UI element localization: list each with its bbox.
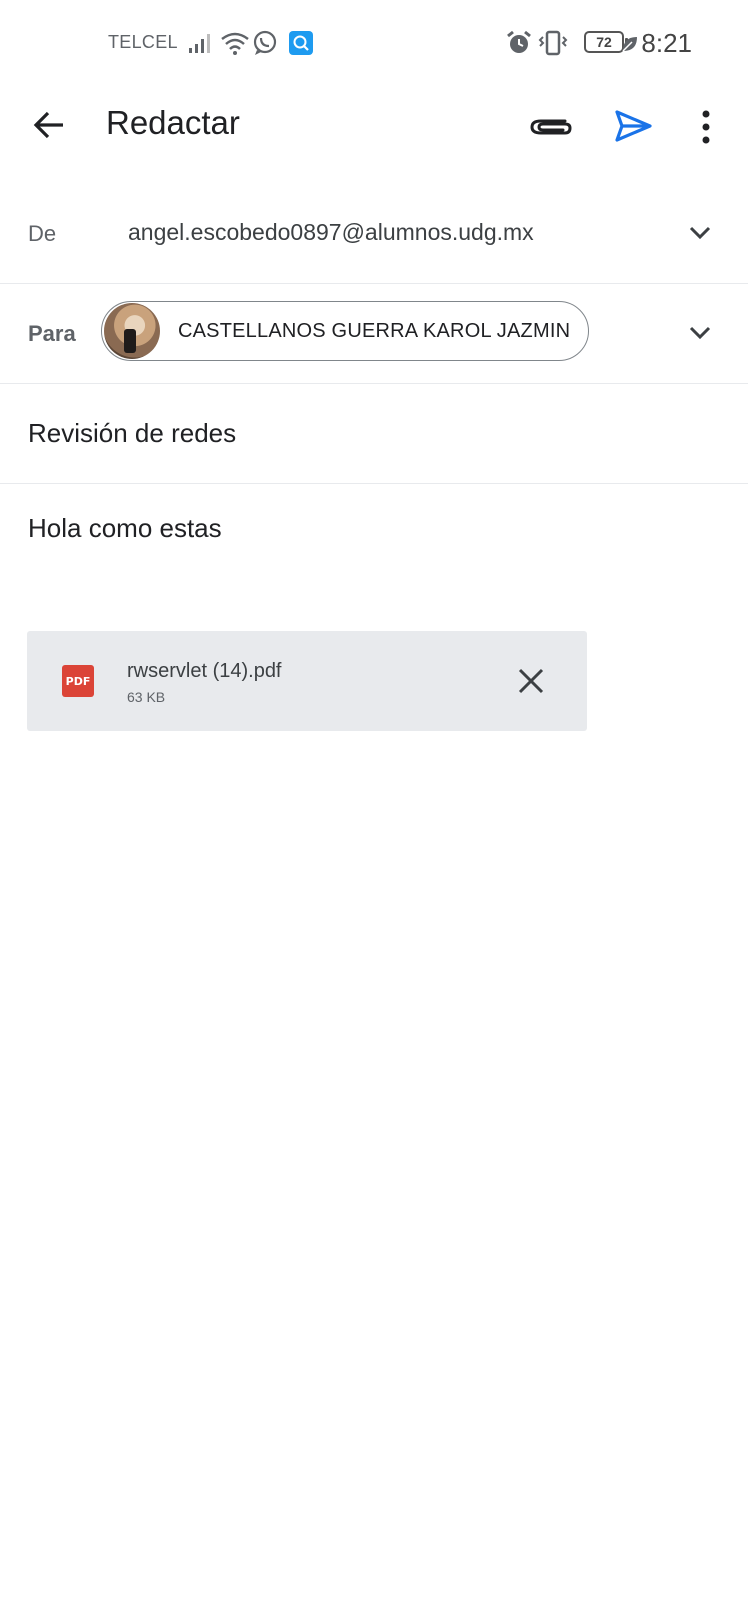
- to-label: Para: [28, 321, 76, 346]
- recipient-name: CASTELLANOS GUERRA KAROL JAZMIN: [178, 319, 571, 342]
- more-vert-icon[interactable]: [700, 110, 712, 144]
- divider: [0, 383, 748, 384]
- from-account-value[interactable]: angel.escobedo0897@alumnos.udg.mx: [128, 219, 534, 246]
- whatsapp-icon: [253, 30, 277, 55]
- close-icon[interactable]: [513, 663, 549, 699]
- signal-icon: [189, 34, 210, 53]
- send-icon[interactable]: [614, 108, 654, 144]
- search-app-icon: [289, 31, 313, 55]
- back-arrow-icon[interactable]: [32, 108, 66, 142]
- attachment-size: 63 KB: [127, 689, 166, 705]
- divider: [0, 483, 748, 484]
- clock-time: 8:21: [641, 28, 692, 58]
- alarm-icon: [507, 30, 531, 53]
- page-title: Redactar: [106, 104, 240, 141]
- attachment-card[interactable]: PDF rwservlet (14).pdf 63 KB: [27, 631, 587, 731]
- wifi-icon: [221, 32, 249, 55]
- attachment-name: rwservlet (14).pdf: [127, 660, 282, 682]
- pdf-file-icon: PDF: [62, 665, 94, 697]
- battery-icon: 72: [584, 31, 628, 53]
- carrier-name: TELCEL: [108, 32, 178, 52]
- avatar: [104, 303, 160, 359]
- vibrate-icon: [538, 30, 568, 56]
- attach-icon[interactable]: [529, 112, 573, 140]
- divider: [0, 283, 748, 284]
- message-body[interactable]: Hola como estas: [28, 513, 222, 544]
- from-label: De: [28, 221, 57, 246]
- chevron-down-icon[interactable]: [688, 222, 712, 242]
- subject-field[interactable]: Revisión de redes: [28, 418, 236, 449]
- leaf-icon: [622, 37, 637, 52]
- chevron-down-icon[interactable]: [688, 322, 712, 342]
- recipient-chip[interactable]: CASTELLANOS GUERRA KAROL JAZMIN: [101, 301, 589, 361]
